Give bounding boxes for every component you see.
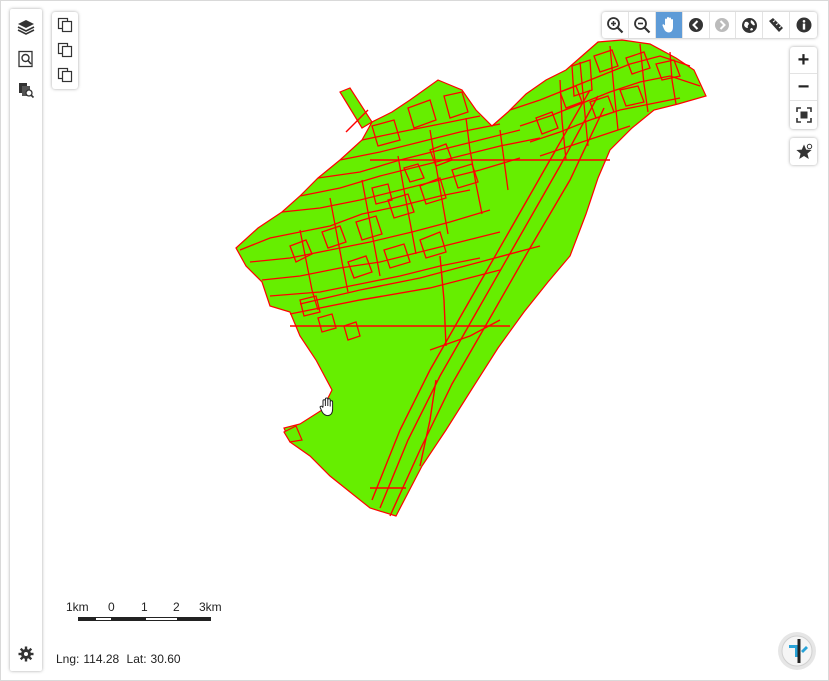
forward-button[interactable] (710, 12, 737, 38)
search-map-button[interactable] (14, 47, 38, 71)
copy-layer-icon (57, 42, 73, 58)
full-extent-button[interactable] (736, 12, 764, 38)
scale-segment (145, 617, 178, 621)
brand-logo-icon (778, 632, 816, 670)
zoom-controls: + − (790, 47, 817, 129)
zoom-out-icon (633, 17, 651, 34)
pan-hand-icon (662, 17, 673, 33)
scale-segment (112, 617, 145, 621)
info-button[interactable] (790, 12, 817, 38)
coordinate-readout: Lng: 114.28 Lat: 30.60 (56, 652, 185, 666)
settings-button[interactable] (14, 642, 38, 666)
bookmark-button[interactable] (790, 138, 817, 165)
scale-segment (78, 617, 95, 621)
copy-layer-button-3[interactable] (54, 64, 76, 86)
globe-icon (741, 17, 757, 33)
fit-extent-button[interactable] (790, 101, 817, 128)
query-layer-button[interactable] (14, 78, 38, 102)
zoom-out-button[interactable]: − (790, 74, 817, 101)
lng-value: 114.28 (83, 652, 120, 666)
map-canvas[interactable] (0, 0, 829, 681)
zoom-in-button[interactable]: + (790, 47, 817, 74)
lat-value: 30.60 (150, 652, 181, 666)
copy-layer-button-2[interactable] (54, 39, 76, 61)
scale-label-2: 2 (173, 600, 180, 614)
map-toolbar (602, 12, 817, 38)
layers-button[interactable] (14, 15, 38, 39)
measure-button[interactable] (763, 12, 791, 38)
scale-label-1: 1 (141, 600, 148, 614)
zoom-in-icon (607, 17, 624, 34)
zoom-out-tool-button[interactable] (629, 12, 656, 38)
back-icon (688, 18, 703, 32)
zoom-in-tool-button[interactable] (602, 12, 629, 38)
layers-icon (17, 20, 35, 35)
measure-icon (769, 18, 784, 32)
scale-label-1km: 1km (66, 600, 89, 614)
scale-bar: 1km 0 1 2 3km (66, 598, 236, 628)
copy-layer-icon (57, 67, 73, 83)
star-bookmark-icon (795, 143, 812, 159)
info-icon (796, 17, 812, 33)
forward-icon (715, 18, 730, 32)
back-button[interactable] (683, 12, 710, 38)
copy-layer-button-1[interactable] (54, 14, 76, 36)
lng-label: Lng: (56, 652, 80, 666)
scale-label-0: 0 (108, 600, 115, 614)
hand-cursor-icon (319, 397, 334, 417)
left-toolbar (10, 9, 42, 671)
scale-segment (178, 617, 211, 621)
scale-label-3km: 3km (199, 600, 222, 614)
gear-icon (18, 646, 34, 662)
copy-tools-group (52, 12, 78, 89)
query-layer-icon (19, 83, 35, 99)
fit-extent-icon (795, 106, 812, 123)
scale-segment (95, 617, 112, 621)
copy-layer-icon (57, 17, 73, 33)
lat-label: Lat: (126, 652, 147, 666)
pan-tool-button[interactable] (655, 12, 683, 38)
search-map-icon (18, 50, 33, 68)
